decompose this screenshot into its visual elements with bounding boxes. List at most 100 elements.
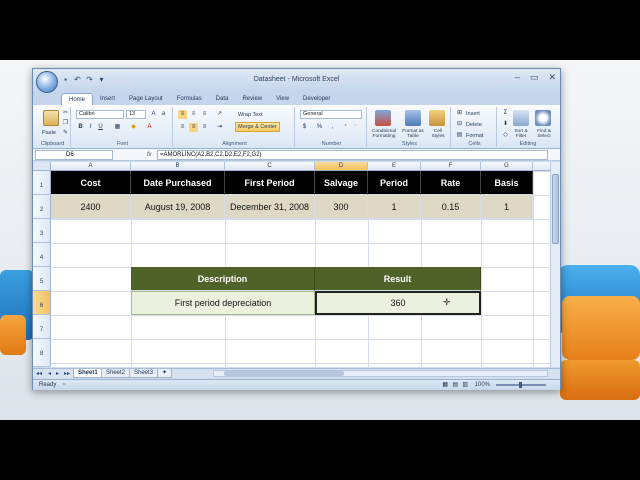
row-header-8[interactable]: 8	[33, 339, 51, 367]
orientation-icon[interactable]: ↗	[215, 110, 224, 119]
tab-view[interactable]: View	[269, 93, 296, 105]
row-header-2[interactable]: 2	[33, 195, 51, 219]
cell-d6-result[interactable]: 360	[315, 291, 481, 315]
middle-align-icon[interactable]: ≡	[189, 110, 198, 119]
shrink-font-icon[interactable]: a	[159, 110, 168, 119]
page-layout-view-icon[interactable]: ▤	[452, 381, 458, 388]
minimize-icon[interactable]: –	[515, 72, 520, 83]
tab-developer[interactable]: Developer	[296, 93, 337, 105]
cell-b6-description[interactable]: First period depreciation	[131, 291, 315, 315]
cell-c2[interactable]: December 31, 2008	[225, 195, 315, 219]
horizontal-scrollbar[interactable]	[213, 370, 548, 377]
column-header-f[interactable]: F	[421, 162, 481, 171]
align-right-icon[interactable]: ≡	[200, 123, 209, 132]
cell-c1[interactable]: First Period	[225, 171, 315, 195]
vertical-scrollbar[interactable]	[550, 162, 560, 367]
normal-view-icon[interactable]: ▦	[442, 381, 448, 388]
align-center-icon[interactable]: ≡	[189, 123, 198, 132]
fill-icon[interactable]: ⬇	[501, 120, 510, 129]
cell-e2[interactable]: 1	[368, 195, 421, 219]
font-size-select[interactable]: 13	[126, 110, 146, 119]
tab-data[interactable]: Data	[209, 93, 236, 105]
clear-icon[interactable]: ◇	[501, 131, 510, 140]
sort-filter-icon[interactable]	[513, 110, 529, 126]
cell-b1[interactable]: Date Purchased	[131, 171, 225, 195]
zoom-level[interactable]: 100%	[475, 382, 490, 388]
cell-g1[interactable]: Basis	[481, 171, 533, 195]
font-color-icon[interactable]: A	[145, 123, 154, 132]
format-painter-icon[interactable]: ✎	[61, 129, 70, 138]
formula-input[interactable]: =AMORLINC(A2,B2,C2,D2,E2,F2,G2)	[157, 150, 548, 160]
cell-e1[interactable]: Period	[368, 171, 421, 195]
format-cells-button[interactable]: Format	[465, 131, 484, 141]
maximize-icon[interactable]: ▭	[530, 72, 539, 83]
percent-button[interactable]: %	[315, 123, 324, 132]
cell-styles-button[interactable]: Cell Styles	[427, 128, 449, 140]
cell-b5-description-header[interactable]: Description	[131, 267, 315, 291]
cell-d1[interactable]: Salvage	[315, 171, 368, 195]
comma-button[interactable]: ,	[328, 123, 337, 132]
sheet-tab-sheet2[interactable]: Sheet2	[101, 369, 131, 378]
tab-page-layout[interactable]: Page Layout	[122, 93, 170, 105]
select-all-corner[interactable]	[33, 162, 51, 171]
row-header-5[interactable]: 5	[33, 267, 51, 291]
close-icon[interactable]: ✕	[548, 72, 556, 83]
row-header-4[interactable]: 4	[33, 243, 51, 267]
find-select-button[interactable]: Find & Select	[533, 128, 555, 140]
format-as-table-icon[interactable]	[405, 110, 421, 126]
decrease-decimal-icon[interactable]: ⁻	[351, 123, 360, 132]
align-left-icon[interactable]: ≡	[178, 123, 187, 132]
column-header-a[interactable]: A	[51, 162, 131, 171]
autosum-button[interactable]: Σ	[501, 109, 510, 118]
cell-a1[interactable]: Cost	[51, 171, 131, 195]
font-name-select[interactable]: Calibri	[76, 110, 124, 119]
horizontal-scroll-thumb[interactable]	[224, 371, 344, 376]
name-box[interactable]: D6	[35, 150, 113, 160]
column-header-g[interactable]: G	[481, 162, 533, 171]
sheet-tab-sheet1[interactable]: Sheet1	[73, 369, 103, 378]
currency-button[interactable]: $	[300, 123, 309, 132]
grow-font-icon[interactable]: A	[149, 110, 158, 119]
copy-icon[interactable]: ❐	[61, 119, 70, 128]
cell-a2[interactable]: 2400	[51, 195, 131, 219]
cell-styles-icon[interactable]	[429, 110, 445, 126]
sheet-tab-sheet3[interactable]: Sheet3	[129, 369, 159, 378]
cut-icon[interactable]: ✂	[61, 109, 70, 118]
bottom-align-icon[interactable]: ≡	[200, 110, 209, 119]
tab-insert[interactable]: Insert	[93, 93, 122, 105]
macro-record-icon[interactable]: ▫	[63, 381, 65, 388]
cell-d5-result-header[interactable]: Result	[315, 267, 481, 291]
tab-review[interactable]: Review	[235, 93, 269, 105]
cell-d2[interactable]: 300	[315, 195, 368, 219]
tab-formulas[interactable]: Formulas	[170, 93, 209, 105]
cell-f1[interactable]: Rate	[421, 171, 481, 195]
column-header-b[interactable]: B	[131, 162, 225, 171]
merge-center-button[interactable]: Merge & Center	[235, 122, 280, 132]
next-sheet-icon[interactable]: ▸	[56, 370, 59, 377]
paste-icon[interactable]	[43, 110, 59, 126]
column-header-e[interactable]: E	[368, 162, 421, 171]
conditional-formatting-icon[interactable]	[375, 110, 391, 126]
cell-f2[interactable]: 0.15	[421, 195, 481, 219]
tab-home[interactable]: Home	[61, 93, 94, 105]
italic-button[interactable]: I	[86, 123, 95, 132]
row-header-6[interactable]: 6	[33, 291, 51, 315]
conditional-formatting-button[interactable]: Conditional Formatting	[369, 128, 399, 140]
first-sheet-icon[interactable]: ◂◂	[36, 370, 42, 377]
vertical-scroll-thumb[interactable]	[552, 174, 559, 244]
delete-cells-button[interactable]: Delete	[465, 120, 483, 130]
insert-cells-button[interactable]: Insert	[465, 109, 481, 119]
column-header-c[interactable]: C	[225, 162, 315, 171]
office-button[interactable]	[36, 71, 58, 93]
wrap-text-button[interactable]: Wrap Text	[237, 110, 264, 120]
prev-sheet-icon[interactable]: ◂	[48, 370, 51, 377]
insert-sheet-icon[interactable]: ✦	[157, 369, 173, 378]
indent-icon[interactable]: ⇥	[215, 123, 224, 132]
insert-function-button[interactable]: fx	[147, 150, 152, 160]
paste-button[interactable]: Paste	[41, 128, 57, 138]
page-break-view-icon[interactable]: ▥	[462, 381, 468, 388]
row-header-1[interactable]: 1	[33, 171, 51, 195]
underline-button[interactable]: U	[96, 123, 105, 132]
increase-decimal-icon[interactable]: ⁺	[341, 123, 350, 132]
bold-button[interactable]: B	[76, 123, 85, 132]
